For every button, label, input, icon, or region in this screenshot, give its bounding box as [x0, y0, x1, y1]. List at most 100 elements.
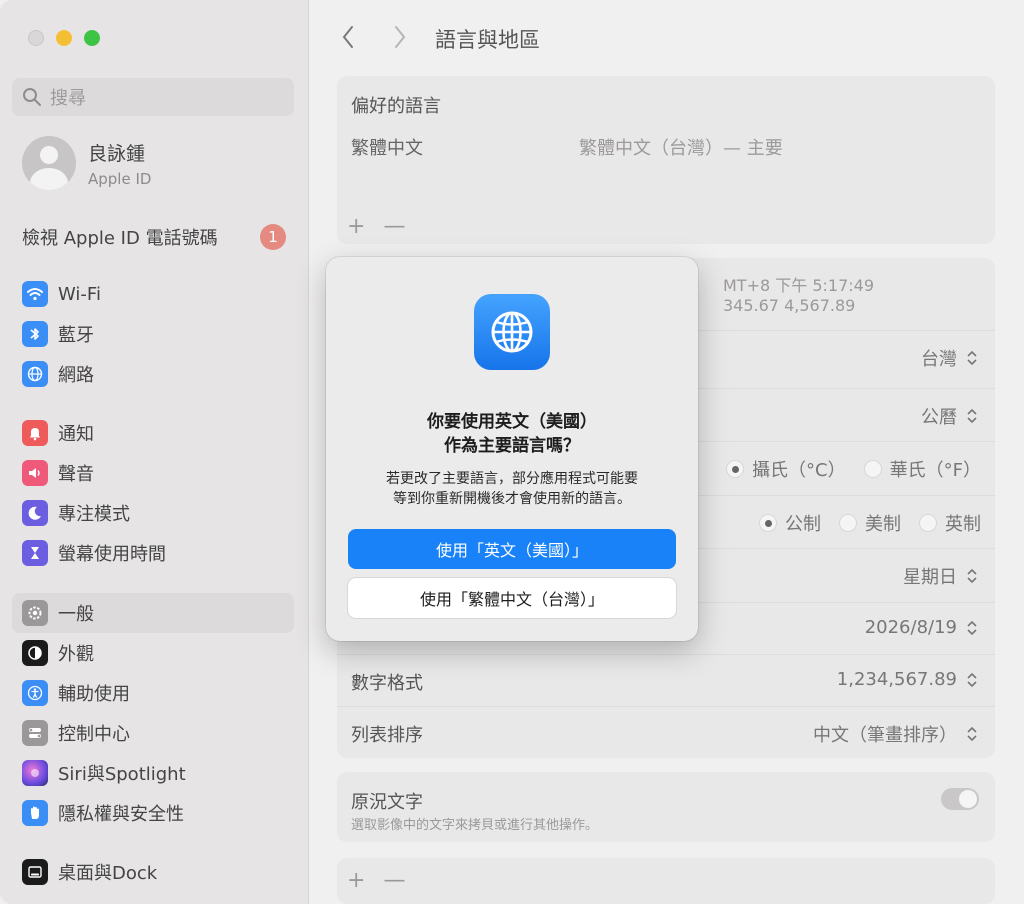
- updown-icon: [967, 726, 977, 742]
- sidebar-item-focus[interactable]: 專注模式: [12, 493, 294, 533]
- date-format-value: 2026/8/19: [864, 617, 957, 638]
- sidebar-item-label: 聲音: [58, 464, 94, 485]
- updown-icon: [967, 408, 977, 424]
- sidebar-item-general[interactable]: 一般: [12, 593, 294, 633]
- siri-icon: [22, 760, 48, 786]
- number-preview: 345.67 4,567.89: [723, 296, 856, 315]
- bell-icon: [22, 420, 48, 446]
- list-sort-row[interactable]: 列表排序 中文（筆畫排序）: [337, 706, 995, 759]
- number-format-label: 數字格式: [351, 673, 423, 694]
- remove-app-button[interactable]: —: [383, 868, 405, 893]
- search-placeholder: 搜尋: [50, 88, 86, 109]
- hourglass-icon: [22, 540, 48, 566]
- use-english-button[interactable]: 使用「英文（美國）」: [348, 529, 676, 569]
- sidebar-item-bluetooth[interactable]: 藍牙: [12, 314, 294, 354]
- avatar: [22, 136, 76, 190]
- gear-icon: [22, 600, 48, 626]
- dialog-title-line1: 你要使用英文（美國）: [427, 412, 597, 432]
- preferred-languages-title: 偏好的語言: [351, 96, 441, 117]
- language-globe-icon: [474, 294, 550, 370]
- language-row[interactable]: 繁體中文 繁體中文（台灣）— 主要: [351, 134, 981, 160]
- forward-button[interactable]: [387, 22, 413, 52]
- chevron-left-icon: [342, 26, 353, 48]
- close-window-button[interactable]: [28, 30, 44, 46]
- sidebar-item-notifications[interactable]: 通知: [12, 413, 294, 453]
- sidebar-item-sound[interactable]: 聲音: [12, 453, 294, 493]
- language-name: 繁體中文: [351, 138, 423, 159]
- sidebar-item-appearance[interactable]: 外觀: [12, 633, 294, 673]
- sidebar-item-label: 一般: [58, 604, 94, 625]
- apple-id-account[interactable]: 良詠鍾 Apple ID: [22, 136, 151, 190]
- bluetooth-icon: [22, 321, 48, 347]
- moon-icon: [22, 500, 48, 526]
- sidebar-item-label: Siri與Spotlight: [58, 764, 186, 785]
- time-preview: MT+8 下午 5:17:49: [723, 276, 875, 295]
- window-controls: [28, 30, 100, 46]
- us-radio[interactable]: 美制: [839, 510, 901, 536]
- remove-language-button[interactable]: —: [383, 214, 405, 239]
- uk-label: 英制: [945, 514, 981, 535]
- sidebar-item-label: 輔助使用: [58, 684, 130, 705]
- globe-icon: [22, 361, 48, 387]
- search-icon: [23, 88, 41, 106]
- list-sort-value: 中文（筆畫排序）: [813, 725, 957, 746]
- back-button[interactable]: [335, 22, 361, 52]
- live-text-toggle[interactable]: [941, 788, 979, 810]
- view-phone-number-item[interactable]: 檢視 Apple ID 電話號碼 1: [22, 222, 286, 252]
- change-language-dialog: 你要使用英文（美國） 作為主要語言嗎？ 若更改了主要語言，部分應用程式可能要 等…: [326, 257, 698, 641]
- metric-label: 公制: [785, 514, 821, 535]
- live-text-card: 原況文字 選取影像中的文字來拷貝或進行其他操作。: [337, 772, 995, 842]
- minimize-window-button[interactable]: [56, 30, 72, 46]
- sidebar-item-screen-time[interactable]: 螢幕使用時間: [12, 533, 294, 573]
- sidebar-item-label: 網路: [58, 365, 94, 386]
- sidebar-item-label: Wi-Fi: [58, 283, 101, 305]
- sidebar-item-siri-spotlight[interactable]: Siri與Spotlight: [12, 753, 294, 793]
- updown-icon: [967, 672, 977, 687]
- sidebar-item-label: 外觀: [58, 644, 94, 665]
- settings-window: 搜尋 良詠鍾 Apple ID 檢視 Apple ID 電話號碼 1 Wi-Fi: [0, 0, 1024, 904]
- sidebar-group-notifications: 通知 聲音 專注模式 螢幕使用時間: [12, 413, 294, 573]
- us-label: 美制: [865, 514, 901, 535]
- sidebar-group-network: Wi-Fi 藍牙 網路: [12, 274, 294, 394]
- celsius-radio[interactable]: 攝氏（°C）: [726, 456, 846, 482]
- add-language-button[interactable]: +: [347, 214, 365, 239]
- sidebar-item-privacy-security[interactable]: 隱私權與安全性: [12, 793, 294, 833]
- sidebar-item-network[interactable]: 網路: [12, 354, 294, 394]
- sidebar-item-desktop-dock[interactable]: 桌面與Dock: [12, 852, 294, 892]
- live-text-title: 原況文字: [351, 792, 423, 813]
- notification-badge: 1: [260, 224, 286, 250]
- search-input[interactable]: 搜尋: [12, 78, 294, 116]
- fahrenheit-label: 華氏（°F）: [889, 460, 981, 481]
- toolbar: 語言與地區: [309, 0, 1024, 70]
- number-format-row[interactable]: 數字格式 1,234,567.89: [337, 654, 995, 707]
- sidebar-item-wifi[interactable]: Wi-Fi: [12, 274, 294, 314]
- page-title: 語言與地區: [435, 28, 540, 52]
- account-subtitle: Apple ID: [88, 169, 152, 188]
- updown-icon: [967, 620, 977, 635]
- sidebar-group-desktop: 桌面與Dock: [12, 852, 294, 892]
- uk-radio[interactable]: 英制: [919, 510, 981, 536]
- region-value: 台灣: [921, 349, 957, 370]
- number-format-value: 1,234,567.89: [836, 669, 957, 690]
- use-traditional-chinese-button[interactable]: 使用「繁體中文（台灣）」: [348, 578, 676, 618]
- hand-icon: [22, 800, 48, 826]
- account-name: 良詠鍾: [88, 142, 146, 165]
- sidebar-item-label: 專注模式: [58, 504, 130, 525]
- zoom-window-button[interactable]: [84, 30, 100, 46]
- wifi-icon: [22, 281, 48, 307]
- sidebar-item-label: 螢幕使用時間: [58, 544, 166, 565]
- chevron-right-icon: [395, 26, 406, 48]
- calendar-value: 公曆: [921, 407, 957, 428]
- list-sort-label: 列表排序: [351, 725, 423, 746]
- apps-list-controls: + —: [347, 868, 405, 893]
- live-text-description: 選取影像中的文字來拷貝或進行其他操作。: [351, 818, 599, 833]
- metric-radio[interactable]: 公制: [759, 510, 821, 536]
- language-list-controls: + —: [347, 214, 405, 239]
- sidebar-item-label: 藍牙: [58, 325, 94, 346]
- dialog-message-line2: 等到你重新開機後才會使用新的語言。: [393, 491, 631, 507]
- sidebar-item-accessibility[interactable]: 輔助使用: [12, 673, 294, 713]
- add-app-button[interactable]: +: [347, 868, 365, 893]
- fahrenheit-radio[interactable]: 華氏（°F）: [863, 456, 981, 482]
- sidebar-item-control-center[interactable]: 控制中心: [12, 713, 294, 753]
- sidebar-item-label: 桌面與Dock: [58, 863, 158, 884]
